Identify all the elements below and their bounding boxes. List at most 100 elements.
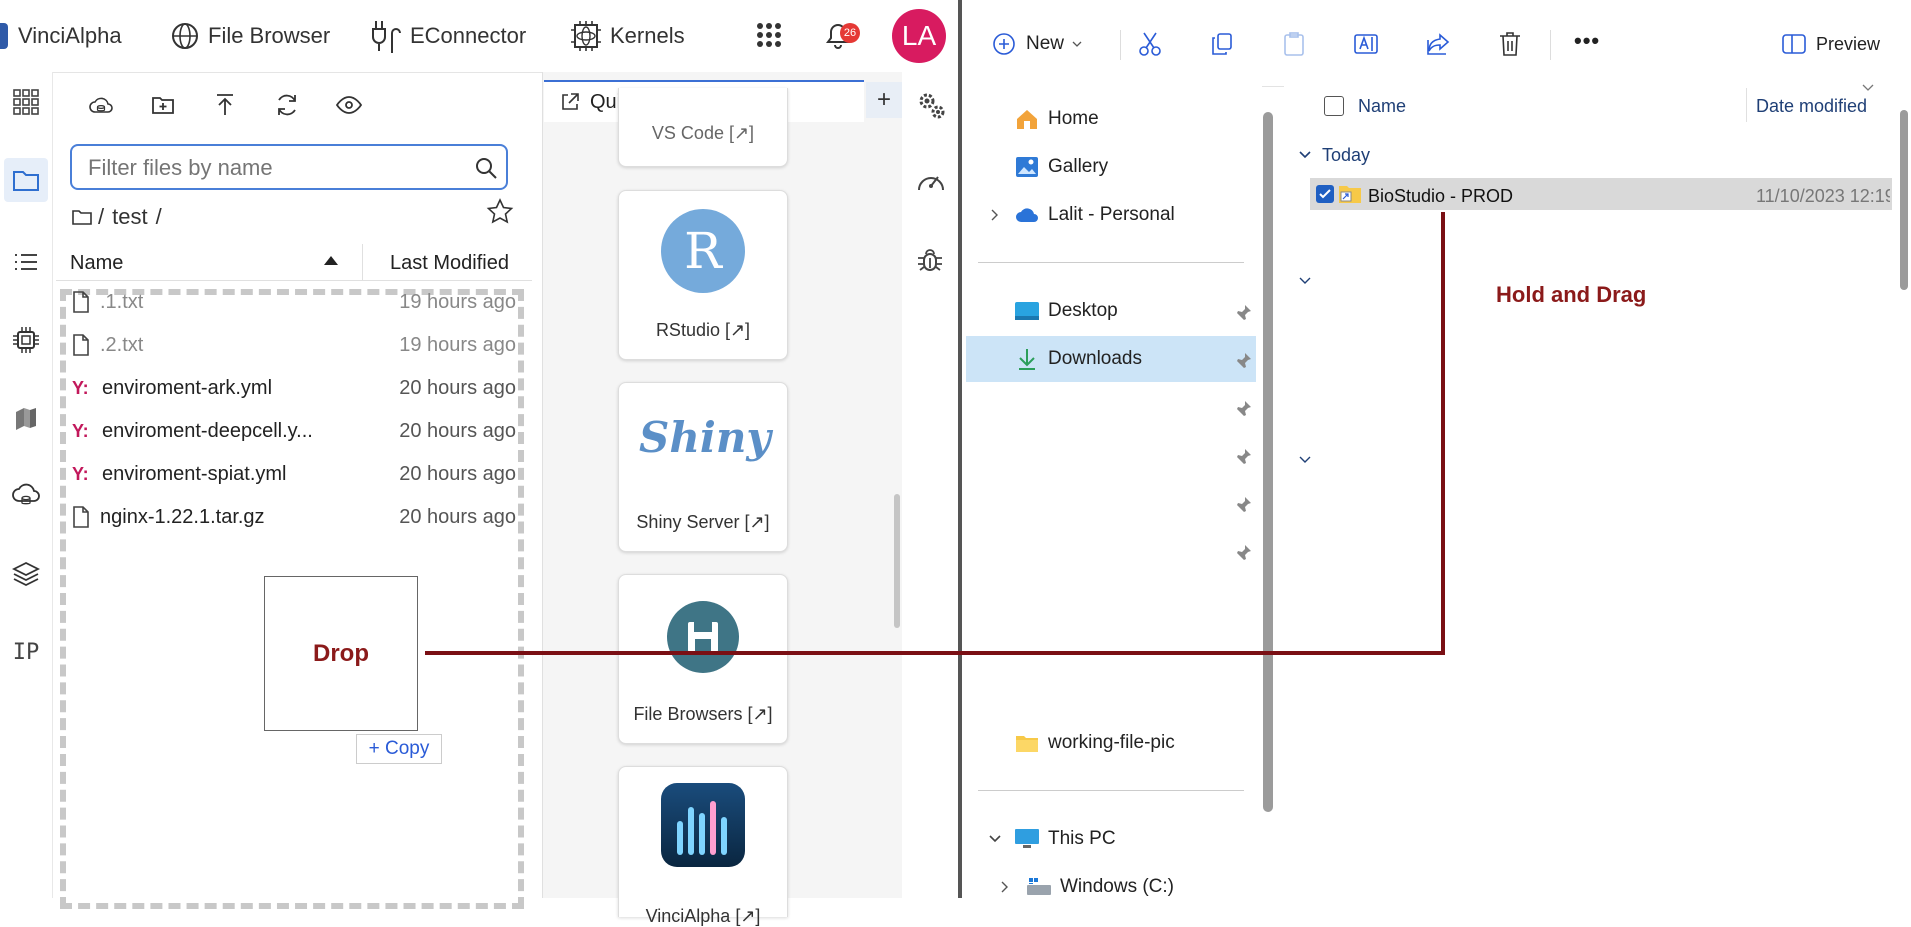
add-tab-button[interactable]: + (866, 82, 902, 118)
layers-icon[interactable] (8, 556, 44, 592)
gallery-icon (1014, 154, 1040, 180)
upload-icon[interactable] (210, 90, 240, 120)
chevron-down-icon[interactable] (1298, 455, 1312, 465)
vincialpha-logo-icon (661, 783, 745, 867)
shiny-logo-text: Shiny (639, 413, 771, 462)
launcher-card-vscode[interactable]: VS Code [↗] (618, 88, 788, 167)
settings-gears-icon[interactable] (916, 90, 946, 125)
nav-brand[interactable]: VinciAlpha (0, 18, 122, 54)
nav-econnector-label: EConnector (410, 23, 527, 48)
rename-icon[interactable] (1346, 24, 1386, 64)
filter-files-search[interactable] (70, 144, 508, 190)
nav-item-desktop[interactable]: Desktop (976, 288, 1216, 334)
breadcrumb-separator: / (155, 204, 162, 229)
computer-icon (1014, 826, 1040, 852)
ip-label[interactable]: IP (8, 634, 44, 670)
launcher-card-file-browsers[interactable]: File Browsers [↗] (618, 574, 788, 744)
file-row[interactable]: .2.txt 19 hours ago (72, 325, 516, 365)
file-list-scrollbar[interactable] (1900, 110, 1908, 290)
group-header-today[interactable]: Today (1298, 142, 1370, 168)
delete-icon[interactable] (1490, 24, 1530, 64)
launcher-card-label: VinciAlpha [↗] (645, 906, 761, 926)
preview-pane-button[interactable]: Preview (1782, 28, 1880, 60)
refresh-icon[interactable] (272, 90, 302, 120)
chevron-right-icon[interactable] (1000, 880, 1010, 894)
home-icon (1014, 106, 1040, 132)
file-row[interactable]: Y: enviroment-ark.yml 20 hours ago (72, 368, 516, 408)
file-modified: 20 hours ago (399, 419, 516, 442)
paste-icon[interactable] (1274, 24, 1314, 64)
chip-icon[interactable] (8, 322, 44, 358)
cut-icon[interactable] (1130, 24, 1170, 64)
avatar-initials: LA (901, 20, 937, 51)
file-row[interactable]: Y: enviroment-spiat.yml 20 hours ago (72, 454, 516, 494)
nav-pane-scrollbar[interactable] (1263, 112, 1273, 812)
nav-item-downloads[interactable]: Downloads (976, 336, 1216, 382)
file-modified: 20 hours ago (399, 462, 516, 485)
speedometer-icon[interactable] (916, 168, 946, 199)
file-icon (73, 334, 89, 356)
copy-icon[interactable] (1202, 24, 1242, 64)
pin-icon[interactable] (1234, 400, 1252, 418)
pin-icon[interactable] (1234, 544, 1252, 562)
pin-icon[interactable] (1234, 496, 1252, 514)
bug-icon[interactable] (916, 246, 944, 279)
chevron-down-icon[interactable] (1298, 276, 1312, 286)
shortcut-folder-icon (1339, 186, 1361, 203)
pin-icon[interactable] (1234, 304, 1252, 322)
row-checkbox-checked[interactable] (1316, 185, 1334, 203)
explorer-item-date: 11/10/2023 12:19 (1756, 186, 1890, 206)
apps-grid-icon[interactable] (756, 22, 782, 53)
pin-icon[interactable] (1234, 352, 1252, 370)
new-folder-icon[interactable] (148, 90, 178, 120)
select-all-checkbox[interactable] (1324, 96, 1344, 116)
file-row[interactable]: .1.txt 19 hours ago (72, 282, 516, 322)
notifications-button[interactable]: 26 (824, 20, 860, 55)
launcher-card-shiny[interactable]: Shiny Shiny Server [↗] (618, 382, 788, 552)
nav-item-windows-c[interactable]: Windows (C:) (988, 864, 1228, 910)
user-avatar[interactable]: LA (892, 9, 946, 63)
nav-item-this-pc[interactable]: This PC (976, 816, 1216, 862)
file-row[interactable]: Y: enviroment-deepcell.y... 20 hours ago (72, 411, 516, 451)
launcher-card-vincialpha[interactable]: VinciAlpha [↗] (618, 766, 788, 926)
column-divider (362, 244, 363, 280)
share-icon[interactable] (1418, 24, 1458, 64)
stack-blocks-icon[interactable] (8, 400, 44, 436)
filter-files-input[interactable] (86, 154, 450, 182)
eye-icon[interactable] (334, 90, 364, 120)
nav-econnector[interactable]: EConnector (368, 18, 526, 54)
file-name: enviroment-ark.yml (102, 376, 273, 399)
date-modified-column-header[interactable]: Date modified (1756, 96, 1867, 117)
cloud-database-icon[interactable] (8, 478, 44, 514)
folder-icon[interactable] (4, 158, 48, 202)
grid-view-icon[interactable] (8, 84, 44, 120)
pin-icon[interactable] (1234, 448, 1252, 466)
launcher-card-label: File Browsers [↗] (633, 704, 773, 724)
chevron-down-icon[interactable] (988, 834, 1002, 844)
star-icon[interactable] (486, 198, 514, 231)
file-browser-toolbar (52, 72, 532, 138)
column-divider (1746, 88, 1747, 122)
nav-item-gallery[interactable]: Gallery (976, 144, 1216, 190)
folder-outline-icon[interactable] (72, 209, 92, 225)
file-row[interactable]: nginx-1.22.1.tar.gz 20 hours ago (72, 497, 516, 537)
cloud-upload-icon[interactable] (86, 90, 116, 120)
last-modified-column-header[interactable]: Last Modified (390, 252, 509, 275)
sort-chevron-icon[interactable] (1862, 84, 1874, 92)
more-options-button[interactable]: ••• (1574, 28, 1600, 54)
new-button[interactable]: New (992, 26, 1082, 62)
name-column-header[interactable]: Name (70, 252, 123, 275)
name-column-header[interactable]: Name (1358, 96, 1406, 117)
list-icon[interactable] (8, 244, 44, 280)
breadcrumb-folder[interactable]: test (112, 204, 147, 230)
chevron-right-icon[interactable] (990, 208, 1000, 222)
nav-file-browser[interactable]: File Browser (170, 18, 330, 54)
launcher-card-rstudio[interactable]: R RStudio [↗] (618, 190, 788, 360)
search-icon[interactable] (474, 156, 498, 180)
quick-start-scrollbar[interactable] (894, 494, 900, 628)
nav-item-working-file-pic[interactable]: working-file-pic (976, 720, 1216, 766)
nav-item-onedrive[interactable]: Lalit - Personal (976, 192, 1216, 238)
sort-ascending-icon[interactable] (324, 256, 338, 265)
nav-item-home[interactable]: Home (976, 96, 1216, 142)
nav-kernels[interactable]: Kernels (570, 18, 685, 54)
